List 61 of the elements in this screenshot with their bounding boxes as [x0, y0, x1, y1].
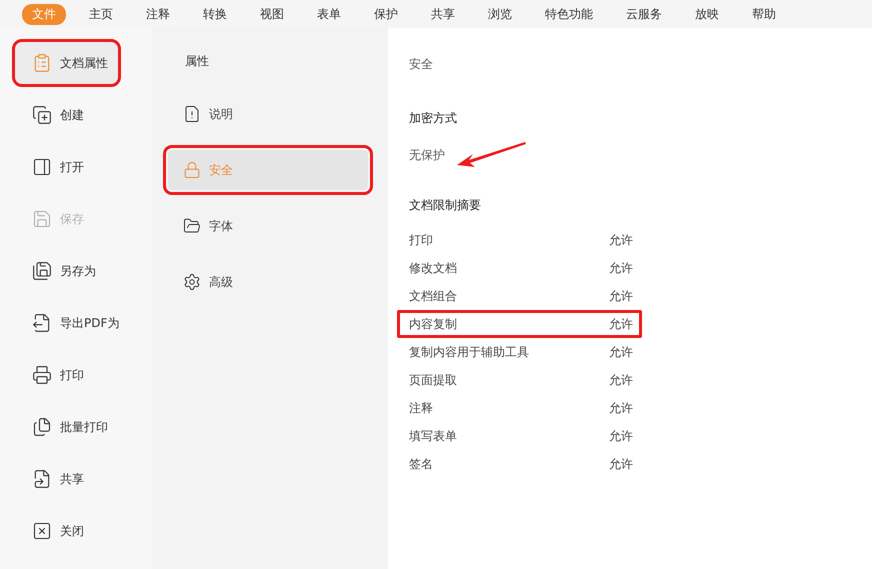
restriction-value: 允许	[609, 344, 634, 360]
menu-tab[interactable]: 保护	[364, 4, 408, 24]
printer-icon	[32, 365, 52, 385]
lock-icon	[183, 161, 201, 179]
property-item[interactable]: 字体	[168, 206, 368, 246]
save-icon	[32, 209, 52, 229]
property-item[interactable]: 高级	[168, 262, 368, 302]
menu-tab[interactable]: 转换	[193, 4, 237, 24]
sidebar-item[interactable]: 共享	[14, 457, 138, 501]
copy-plus-icon	[32, 105, 52, 125]
list-icon	[32, 53, 52, 73]
menu-tab[interactable]: 主页	[79, 4, 123, 24]
close-icon	[32, 521, 52, 541]
restriction-value: 允许	[609, 400, 634, 416]
restriction-label: 复制内容用于辅助工具	[409, 344, 530, 360]
folder-icon	[183, 217, 201, 235]
sidebar-item[interactable]: 关闭	[14, 509, 138, 553]
menu-tab[interactable]: 特色功能	[535, 4, 603, 24]
file-export-icon	[32, 313, 52, 333]
restriction-label: 打印	[409, 232, 434, 248]
menu-tab[interactable]: 注释	[136, 4, 180, 24]
restriction-value: 允许	[609, 260, 634, 276]
restriction-label: 文档组合	[409, 288, 458, 304]
encryption-value: 无保护	[409, 146, 445, 164]
menu-tab[interactable]: 共享	[421, 4, 465, 24]
restriction-value: 允许	[609, 456, 634, 472]
section-heading: 文档限制摘要	[409, 197, 482, 214]
settings-icon	[183, 273, 201, 291]
section-title: 属性	[184, 53, 210, 70]
panel-icon	[32, 157, 52, 177]
restriction-label: 填写表单	[409, 428, 458, 444]
restriction-value: 允许	[609, 316, 634, 332]
section-heading: 加密方式	[409, 110, 458, 127]
panel-title: 安全	[409, 56, 434, 73]
restriction-value: 允许	[609, 372, 634, 388]
restriction-label: 页面提取	[409, 372, 458, 388]
restriction-value: 允许	[609, 428, 634, 444]
menu-tab[interactable]: 视图	[250, 4, 294, 24]
restriction-value: 允许	[609, 232, 634, 248]
file-info-icon	[183, 105, 201, 123]
restriction-label: 修改文档	[409, 260, 458, 276]
menu-tab[interactable]: 帮助	[742, 4, 786, 24]
sidebar-item[interactable]: 文档属性	[14, 41, 119, 85]
sidebar-item[interactable]: 创建	[14, 93, 138, 137]
save-all-icon	[32, 261, 52, 281]
property-item[interactable]: 说明	[168, 94, 368, 134]
sidebar-item[interactable]: 另存为	[14, 249, 138, 293]
sidebar-item[interactable]: 打开	[14, 145, 138, 189]
file-link-icon	[32, 469, 52, 489]
restriction-value: 允许	[609, 288, 634, 304]
menu-tab[interactable]: 浏览	[478, 4, 522, 24]
restriction-label: 注释	[409, 400, 434, 416]
menu-tab[interactable]: 云服务	[616, 4, 672, 24]
sidebar-item[interactable]: 导出PDF为	[14, 301, 138, 345]
restriction-label: 内容复制	[409, 316, 458, 332]
restriction-label: 签名	[409, 456, 434, 472]
files-icon	[32, 417, 52, 437]
sidebar-item[interactable]: 批量打印	[14, 405, 138, 449]
menu-tab[interactable]: 表单	[307, 4, 351, 24]
menu-tab[interactable]: 放映	[685, 4, 729, 24]
sidebar-item[interactable]: 打印	[14, 353, 138, 397]
